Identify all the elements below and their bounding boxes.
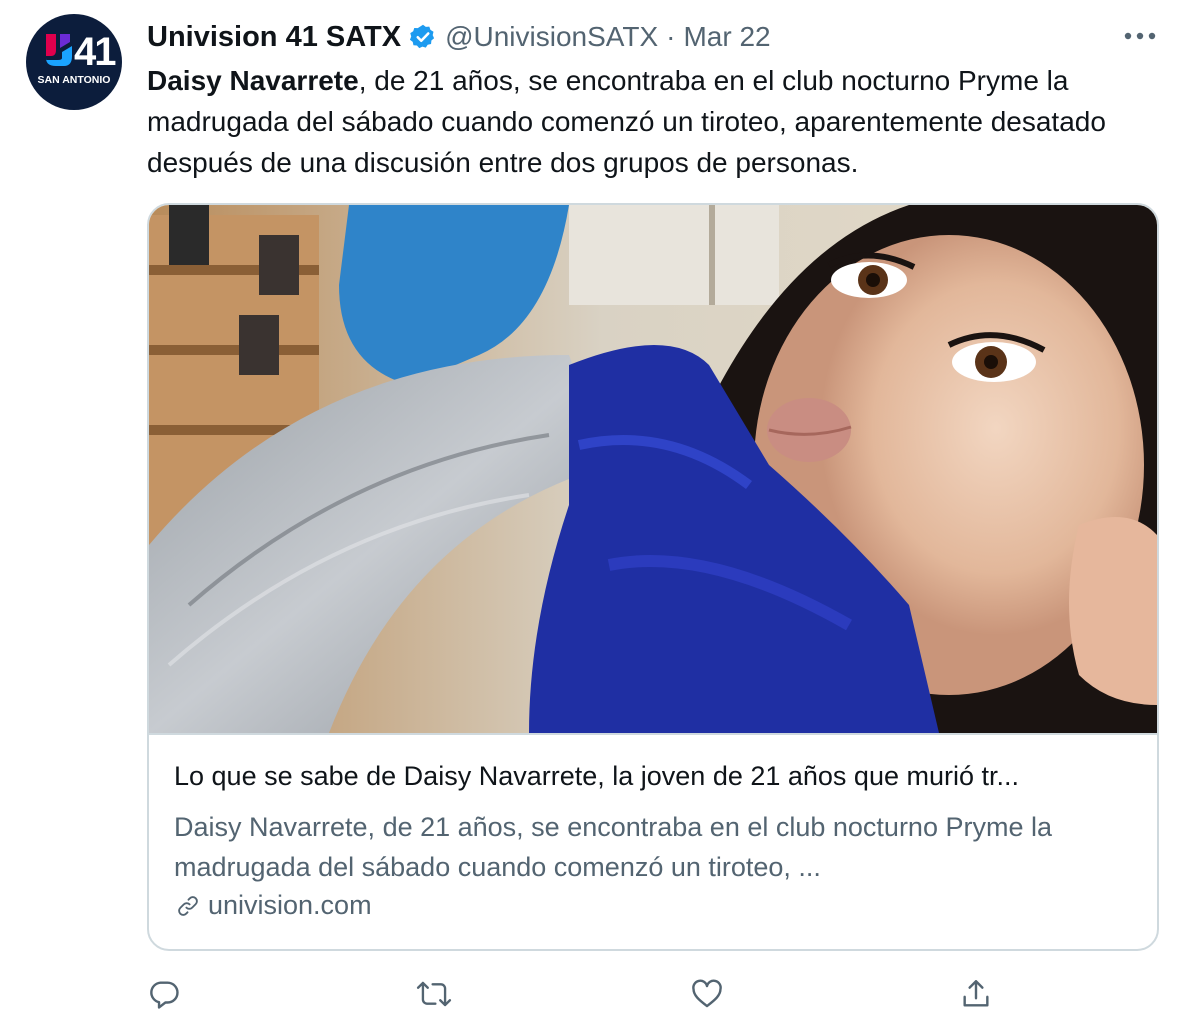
link-card[interactable]: Lo que se sabe de Daisy Navarrete, la jo… (147, 203, 1159, 951)
card-title[interactable]: Lo que se sabe de Daisy Navarrete, la jo… (174, 761, 1134, 792)
share-icon (963, 980, 989, 1007)
retweet-button[interactable] (414, 974, 454, 1014)
card-description: Daisy Navarrete, de 21 años, se encontra… (174, 812, 1052, 882)
reply-icon (150, 981, 179, 1009)
tweet-date[interactable]: Mar 22 (683, 21, 770, 53)
display-name[interactable]: Univision 41 SATX (147, 21, 401, 54)
avatar[interactable]: 41 SAN ANTONIO (26, 14, 122, 110)
card-image (149, 205, 1157, 733)
like-button[interactable] (687, 974, 727, 1014)
card-domain: univision.com (208, 890, 372, 920)
tweet-header: Univision 41 SATX @UnivisionSATX · Mar 2… (147, 17, 771, 57)
avatar-city: SAN ANTONIO (37, 74, 111, 86)
univision-logo-icon (46, 34, 72, 66)
verified-badge-icon (409, 23, 437, 51)
tweet-actions (0, 974, 1188, 1014)
more-options-icon (1124, 32, 1156, 40)
reply-button[interactable] (144, 974, 184, 1014)
link-icon (178, 895, 198, 916)
retweet-icon (416, 981, 452, 1007)
card-domain-row: univision.com (174, 890, 372, 921)
tweet-text-name: Daisy Navarrete (147, 65, 359, 96)
tweet-text: Daisy Navarrete, de 21 años, se encontra… (147, 60, 1167, 183)
more-options-button[interactable] (1120, 22, 1160, 50)
like-icon (692, 979, 722, 1008)
handle[interactable]: @UnivisionSATX (445, 21, 658, 53)
card-divider (149, 733, 1157, 735)
separator-dot: · (666, 21, 676, 52)
share-button[interactable] (956, 974, 996, 1014)
avatar-number: 41 (74, 30, 116, 74)
